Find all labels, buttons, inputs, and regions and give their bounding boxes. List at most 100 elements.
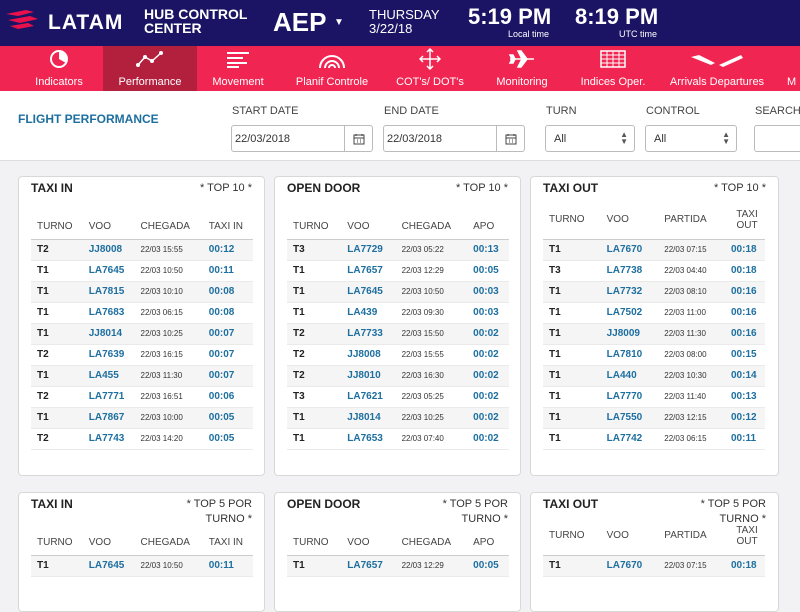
table-row[interactable]: T1 JJ8014 22/03 10:25 00:07 <box>31 323 253 345</box>
nav-movement[interactable]: Movement <box>191 46 285 91</box>
duration-cell: 00:18 <box>725 239 765 261</box>
flight-cell[interactable]: LA7732 <box>600 281 659 303</box>
table-row[interactable]: T1 LA7502 22/03 11:00 00:16 <box>543 302 765 324</box>
flight-cell[interactable]: LA7645 <box>341 281 396 303</box>
flight-cell[interactable]: LA440 <box>600 365 659 387</box>
flight-cell[interactable]: LA7639 <box>82 344 135 366</box>
table-row[interactable]: T1 LA7670 22/03 07:15 00:18 <box>543 555 765 577</box>
calendar-icon[interactable] <box>344 126 372 151</box>
start-date-field[interactable]: 22/03/2018 <box>231 125 373 152</box>
flight-cell[interactable]: LA7657 <box>341 260 396 282</box>
flight-cell[interactable]: LA7502 <box>600 302 659 324</box>
flight-cell[interactable]: LA7733 <box>341 323 396 345</box>
flight-cell[interactable]: LA7683 <box>82 302 135 324</box>
table-row[interactable]: T3 LA7738 22/03 04:40 00:18 <box>543 260 765 282</box>
plane-icon <box>508 50 534 68</box>
column-header: VOO <box>82 215 135 240</box>
plane-takeoff-icon <box>691 55 743 67</box>
table-row[interactable]: T1 LA7867 22/03 10:00 00:05 <box>31 407 253 429</box>
flight-cell[interactable]: LA7810 <box>600 344 659 366</box>
table-row[interactable]: T1 LA7683 22/03 06:15 00:08 <box>31 302 253 324</box>
table-row[interactable]: T2 LA7771 22/03 16:51 00:06 <box>31 386 253 408</box>
duration-cell: 00:11 <box>202 555 253 577</box>
nav-indicators[interactable]: Indicators <box>12 46 106 91</box>
table-row[interactable]: T1 LA455 22/03 11:30 00:07 <box>31 365 253 387</box>
table-row[interactable]: T1 LA7657 22/03 12:29 00:05 <box>287 555 509 577</box>
flight-cell[interactable]: LA7742 <box>600 428 659 450</box>
table-row[interactable]: T1 LA7815 22/03 10:10 00:08 <box>31 281 253 303</box>
table-row[interactable]: T1 LA7550 22/03 12:15 00:12 <box>543 407 765 429</box>
flight-cell[interactable]: LA7645 <box>82 555 135 577</box>
flight-cell[interactable]: LA439 <box>341 302 396 324</box>
flight-cell[interactable]: JJ8009 <box>600 323 659 345</box>
table-row[interactable]: T1 LA7742 22/03 06:15 00:11 <box>543 428 765 450</box>
flight-cell[interactable]: LA7657 <box>341 555 396 577</box>
time-cell: 22/03 12:15 <box>658 407 725 429</box>
nav-arrivals-departures[interactable]: Arrivals Departures <box>670 46 764 91</box>
table-row[interactable]: T2 JJ8010 22/03 16:30 00:02 <box>287 365 509 387</box>
flight-cell[interactable]: LA7738 <box>600 260 659 282</box>
table-row[interactable]: T2 JJ8008 22/03 15:55 00:12 <box>31 239 253 261</box>
table-row[interactable]: T1 LA7645 22/03 10:50 00:11 <box>31 555 253 577</box>
duration-cell: 00:03 <box>467 281 509 303</box>
flight-cell[interactable]: LA7645 <box>82 260 135 282</box>
table-row[interactable]: T1 LA7732 22/03 08:10 00:16 <box>543 281 765 303</box>
flight-cell[interactable]: LA7867 <box>82 407 135 429</box>
end-date-field[interactable]: 22/03/2018 <box>383 125 525 152</box>
nav-indices-oper[interactable]: Indices Oper. <box>566 46 660 91</box>
table-row[interactable]: T1 LA7653 22/03 07:40 00:02 <box>287 428 509 450</box>
calendar-icon[interactable] <box>496 126 524 151</box>
flight-cell[interactable]: JJ8014 <box>82 323 135 345</box>
table-row[interactable]: T1 LA7657 22/03 12:29 00:05 <box>287 260 509 282</box>
table-row[interactable]: T3 LA7621 22/03 05:25 00:02 <box>287 386 509 408</box>
flight-cell[interactable]: LA7653 <box>341 428 396 450</box>
table-row[interactable]: T1 JJ8014 22/03 10:25 00:02 <box>287 407 509 429</box>
table-row[interactable]: T2 LA7639 22/03 16:15 00:07 <box>31 344 253 366</box>
table-row[interactable]: T2 JJ8008 22/03 15:55 00:02 <box>287 344 509 366</box>
flight-cell[interactable]: JJ8008 <box>82 239 135 261</box>
select-arrows-icon: ▲ ▼ <box>620 130 628 146</box>
control-select[interactable]: All ▲ ▼ <box>645 125 737 152</box>
turno-cell: T3 <box>287 386 342 408</box>
nav-monitoring[interactable]: Monitoring <box>475 46 569 91</box>
turno-cell: T1 <box>31 365 83 387</box>
table-row[interactable]: T1 LA7810 22/03 08:00 00:15 <box>543 344 765 366</box>
table-row[interactable]: T1 LA7645 22/03 10:50 00:11 <box>31 260 253 282</box>
flight-cell[interactable]: JJ8014 <box>341 407 396 429</box>
duration-cell: 00:02 <box>467 344 509 366</box>
flight-cell[interactable]: LA7770 <box>600 386 659 408</box>
table-row[interactable]: T1 LA7645 22/03 10:50 00:03 <box>287 281 509 303</box>
nav-more[interactable]: M <box>787 46 800 91</box>
table-row[interactable]: T1 JJ8009 22/03 11:30 00:16 <box>543 323 765 345</box>
turn-select[interactable]: All ▲ ▼ <box>545 125 635 152</box>
table-row[interactable]: T2 LA7743 22/03 14:20 00:05 <box>31 428 253 450</box>
table-row[interactable]: T3 LA7729 22/03 05:22 00:13 <box>287 239 509 261</box>
flight-cell[interactable]: LA7743 <box>82 428 135 450</box>
table-row[interactable]: T1 LA7670 22/03 07:15 00:18 <box>543 239 765 261</box>
flight-cell[interactable]: LA7550 <box>600 407 659 429</box>
table-row[interactable]: T1 LA7770 22/03 11:40 00:13 <box>543 386 765 408</box>
table-row[interactable]: T1 LA439 22/03 09:30 00:03 <box>287 302 509 324</box>
table-row[interactable]: T2 LA7733 22/03 15:50 00:02 <box>287 323 509 345</box>
search-input[interactable] <box>754 125 800 152</box>
duration-cell: 00:05 <box>202 428 253 450</box>
flight-cell[interactable]: LA7670 <box>600 239 659 261</box>
column-header: VOO <box>341 215 396 240</box>
flight-cell[interactable]: LA7621 <box>341 386 396 408</box>
flight-cell[interactable]: LA7729 <box>341 239 396 261</box>
flight-cell[interactable]: JJ8008 <box>341 344 396 366</box>
table-row[interactable]: T1 LA440 22/03 10:30 00:14 <box>543 365 765 387</box>
nav-planif-controle[interactable]: Planif Controle <box>285 46 379 91</box>
flight-cell[interactable]: JJ8010 <box>341 365 396 387</box>
caret-down-icon[interactable]: ▼ <box>334 17 344 28</box>
flight-cell[interactable]: LA7815 <box>82 281 135 303</box>
nav-cots-dots[interactable]: COT's/ DOT's <box>383 46 477 91</box>
local-time-label: Local time <box>508 29 550 39</box>
time-cell: 22/03 05:22 <box>395 239 468 261</box>
airport-selector[interactable]: AEP <box>273 7 326 38</box>
turno-cell: T1 <box>31 281 83 303</box>
latam-logo[interactable]: LATAM <box>4 6 136 40</box>
flight-cell[interactable]: LA455 <box>82 365 135 387</box>
flight-cell[interactable]: LA7670 <box>600 555 659 577</box>
flight-cell[interactable]: LA7771 <box>82 386 135 408</box>
